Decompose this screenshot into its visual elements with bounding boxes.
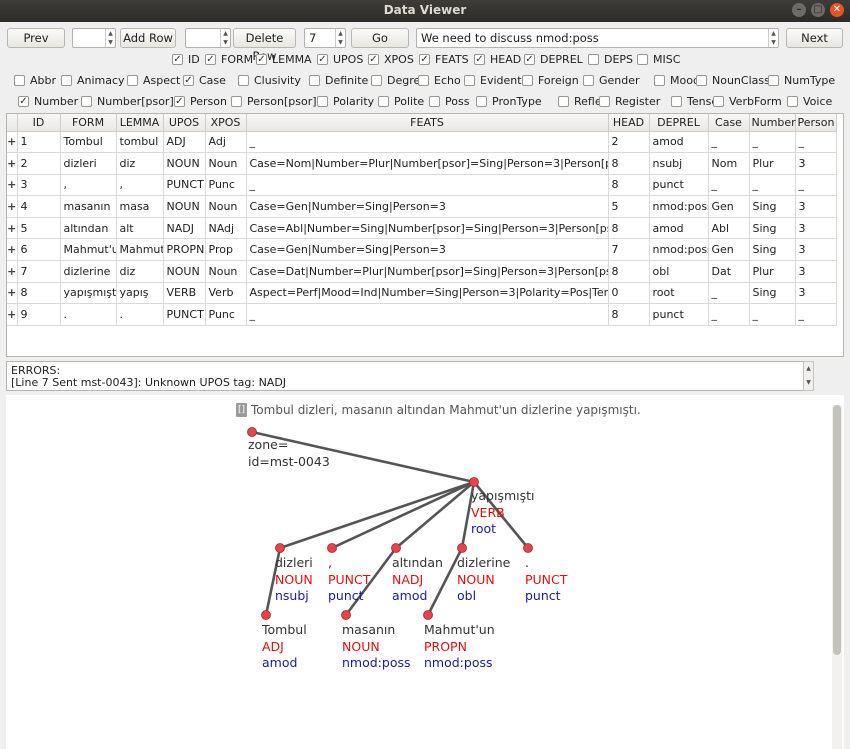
tree-node-deprel: nmod:poss [342, 655, 411, 670]
tree-node-upos: ADJ [262, 638, 284, 654]
tree-node-6[interactable]: . PUNCT punct [525, 555, 567, 605]
tree-edge [279, 480, 475, 550]
tree-root-zone: zone= [248, 437, 289, 452]
tree-node-dot[interactable] [523, 543, 533, 553]
tree-node-deprel: punct [525, 588, 561, 603]
tree-node-dot[interactable] [327, 543, 337, 553]
tree-node-dot[interactable] [261, 610, 271, 620]
tree-node-form: , [328, 555, 332, 570]
tree-root-id: id=mst-0043 [248, 453, 330, 469]
tree-edge [395, 481, 475, 549]
tree-node-form: yapışmıştı [471, 488, 535, 503]
tree-node-dot[interactable] [423, 610, 433, 620]
tree-node-5[interactable]: dizlerine NOUN obl [457, 555, 510, 605]
tree-node-4[interactable]: altından NADJ amod [392, 555, 443, 605]
tree-node-2[interactable]: dizleri NOUN nsubj [275, 555, 313, 605]
tree-node-form: dizleri [275, 555, 313, 570]
tree-node-upos: PROPN [424, 638, 467, 654]
tree-node-upos: NADJ [392, 571, 424, 587]
tree-node-upos: PUNCT [328, 571, 371, 587]
tree-node-1[interactable]: yapışmıştı VERB root [471, 488, 535, 538]
tree-node-3[interactable]: , PUNCT punct [328, 555, 370, 605]
tree-node-deprel: nmod:poss [424, 655, 493, 670]
tree-node-upos: NOUN [342, 638, 380, 654]
tree-node-form: . [525, 555, 529, 570]
tree-node-8[interactable]: masanın NOUN nmod:poss [342, 622, 411, 672]
tree-node-dot[interactable] [341, 610, 351, 620]
tree-node-deprel: root [471, 521, 497, 536]
tree-node-upos: NOUN [275, 571, 313, 587]
tree-root-dot[interactable] [247, 427, 257, 437]
tree-node-deprel: amod [262, 655, 298, 670]
tree-root-label: zone= id=mst-0043 [248, 437, 330, 470]
tree-node-form: masanın [342, 622, 396, 637]
tree-node-form: altından [392, 555, 443, 570]
tree-node-deprel: punct [328, 588, 364, 603]
tree-node-dot[interactable] [391, 543, 401, 553]
tree-node-dot[interactable] [275, 543, 285, 553]
tree-node-7[interactable]: Tombul ADJ amod [262, 622, 307, 672]
tree-node-upos: NOUN [457, 571, 495, 587]
tree-node-form: Mahmut'un [424, 622, 495, 637]
tree-node-form: Tombul [262, 622, 307, 637]
tree-node-upos: VERB [471, 504, 505, 520]
tree-node-deprel: amod [392, 588, 428, 603]
tree-node-9[interactable]: Mahmut'un PROPN nmod:poss [424, 622, 495, 672]
tree-node-deprel: nsubj [275, 588, 309, 603]
tree-node-dot[interactable] [469, 477, 479, 487]
tree-node-upos: PUNCT [525, 571, 568, 587]
tree-edge [331, 480, 475, 550]
tree-node-form: dizlerine [457, 555, 511, 570]
tree-node-dot[interactable] [457, 543, 467, 553]
tree-node-deprel: obl [457, 588, 477, 603]
